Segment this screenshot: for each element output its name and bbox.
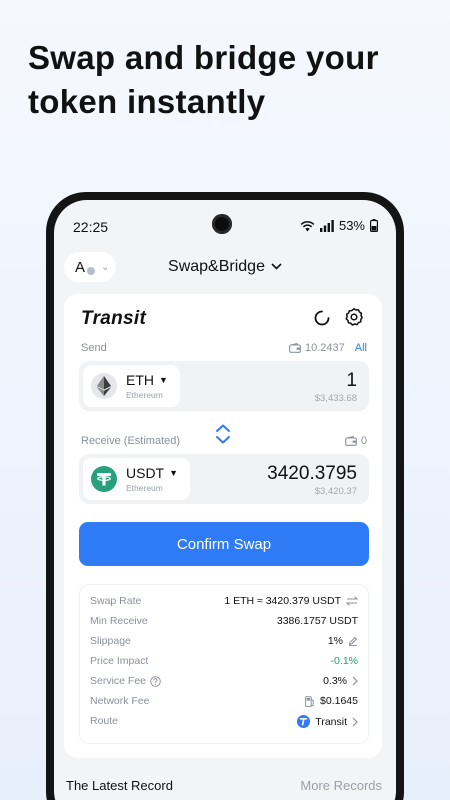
- detail-value: 1 ETH ≈ 3420.379 USDT: [224, 595, 341, 607]
- confirm-swap-button[interactable]: Confirm Swap: [79, 522, 369, 566]
- detail-row-price-impact: Price Impact -0.1%: [90, 653, 358, 671]
- app-header: A ⌄ Swap&Bridge: [54, 250, 396, 284]
- headline: Swap and bridge your token instantly: [28, 36, 379, 124]
- detail-value: $0.1645: [320, 695, 358, 707]
- network-mode-selector[interactable]: Swap&Bridge: [54, 258, 396, 276]
- headline-line-2: token instantly: [28, 83, 266, 120]
- edit-icon[interactable]: [348, 636, 358, 646]
- send-balance-value: 10.2437: [305, 342, 345, 354]
- receive-amount: 3420.3795 $3,420.37: [267, 463, 357, 497]
- more-records-link[interactable]: More Records: [300, 778, 382, 793]
- send-amount-value: 1: [346, 370, 357, 391]
- swap-card: Transit Send 10.2437 All ETH ▼ Ethereum …: [64, 294, 382, 758]
- latest-record-title: The Latest Record: [66, 778, 173, 793]
- gear-icon[interactable]: [344, 307, 364, 327]
- detail-value-wrap: 1%: [328, 635, 358, 647]
- detail-row-route[interactable]: Route Transit: [90, 713, 358, 731]
- page-title: Swap&Bridge: [168, 258, 265, 275]
- detail-label-wrap: Service Fee: [90, 675, 161, 687]
- signal-icon: [319, 219, 334, 232]
- all-button[interactable]: All: [355, 342, 367, 354]
- send-label: Send: [81, 342, 107, 354]
- send-token-box: ETH ▼ Ethereum 1 $3,433.68: [79, 361, 369, 411]
- detail-value: 3386.1757 USDT: [276, 615, 358, 627]
- receive-balance-value: 0: [360, 435, 367, 447]
- receive-amount-usd: $3,420.37: [314, 486, 357, 497]
- detail-row-swap-rate: Swap Rate 1 ETH ≈ 3420.379 USDT: [90, 593, 358, 611]
- detail-value: 1%: [327, 635, 343, 647]
- detail-value: Transit: [315, 715, 347, 728]
- detail-row-network-fee: Network Fee $0.1645: [90, 693, 358, 711]
- send-label-row: Send 10.2437 All: [81, 342, 367, 354]
- to-token-chain: Ethereum: [126, 483, 163, 493]
- chevron-down-icon: [271, 263, 282, 270]
- receive-token-box: USDT ▼ Ethereum 3420.3795 $3,420.37: [79, 454, 369, 504]
- battery-icon: [370, 219, 378, 232]
- caret-down-icon: ▼: [159, 375, 168, 385]
- detail-value: 0.3%: [323, 675, 347, 687]
- detail-row-slippage[interactable]: Slippage 1%: [90, 633, 358, 651]
- brand-logo: Transit: [81, 308, 147, 329]
- send-amount-usd: $3,433.68: [314, 393, 357, 404]
- camera-cutout: [212, 214, 232, 234]
- detail-label: Service Fee: [90, 675, 147, 687]
- detail-label: Network Fee: [90, 695, 150, 707]
- transit-logo-icon: [297, 715, 311, 728]
- detail-value-wrap: 0.3%: [323, 675, 358, 687]
- detail-value-wrap: 1 ETH ≈ 3420.379 USDT: [224, 595, 358, 607]
- status-icons: 53%: [300, 218, 378, 233]
- swap-horizontal-icon[interactable]: [346, 596, 358, 606]
- usdt-icon: [91, 466, 117, 492]
- eth-icon: [91, 373, 117, 399]
- detail-label: Slippage: [90, 635, 131, 647]
- wallet-icon: [289, 343, 301, 353]
- detail-label: Price Impact: [90, 655, 149, 667]
- to-token-selector[interactable]: USDT ▼ Ethereum: [83, 458, 191, 500]
- detail-label: Swap Rate: [90, 595, 142, 607]
- send-amount[interactable]: 1 $3,433.68: [315, 370, 357, 404]
- receive-label-row: Receive (Estimated) 0: [81, 435, 367, 447]
- phone-screen: 22:25 53% A ⌄ Swap&Bridge Transit Send 1…: [54, 200, 396, 800]
- detail-row-service-fee[interactable]: Service Fee 0.3%: [90, 673, 358, 691]
- receive-balance: 0: [345, 435, 367, 447]
- to-token-symbol: USDT: [126, 465, 165, 481]
- chevron-right-icon: [352, 717, 358, 726]
- receive-label: Receive (Estimated): [81, 435, 181, 447]
- gas-pump-icon: [305, 695, 314, 707]
- status-time: 22:25: [73, 219, 109, 235]
- wallet-icon: [345, 436, 357, 446]
- help-icon[interactable]: [150, 675, 161, 687]
- phone-frame: 22:25 53% A ⌄ Swap&Bridge Transit Send 1…: [46, 192, 404, 800]
- headline-line-1: Swap and bridge your: [28, 39, 379, 76]
- detail-value-wrap: Transit: [297, 715, 358, 728]
- refresh-icon[interactable]: [312, 308, 332, 328]
- detail-label: Route: [90, 715, 119, 727]
- caret-down-icon: ▼: [169, 468, 179, 478]
- status-bar: 22:25 53%: [54, 200, 396, 236]
- from-token-symbol: ETH: [126, 372, 154, 388]
- swap-details: Swap Rate 1 ETH ≈ 3420.379 USDT Min Rece…: [79, 584, 369, 744]
- detail-value: -0.1%: [330, 655, 358, 667]
- receive-amount-value: 3420.3795: [267, 463, 357, 484]
- detail-value-wrap: $0.1645: [305, 695, 358, 707]
- send-balance: 10.2437 All: [289, 342, 367, 354]
- detail-row-min-receive: Min Receive 3386.1757 USDT: [90, 613, 358, 631]
- detail-label: Min Receive: [90, 615, 148, 627]
- battery-text: 53%: [338, 218, 365, 233]
- from-token-chain: Ethereum: [126, 390, 163, 400]
- wifi-icon: [300, 220, 315, 231]
- from-token-selector[interactable]: ETH ▼ Ethereum: [83, 365, 180, 407]
- chevron-right-icon: [352, 676, 358, 686]
